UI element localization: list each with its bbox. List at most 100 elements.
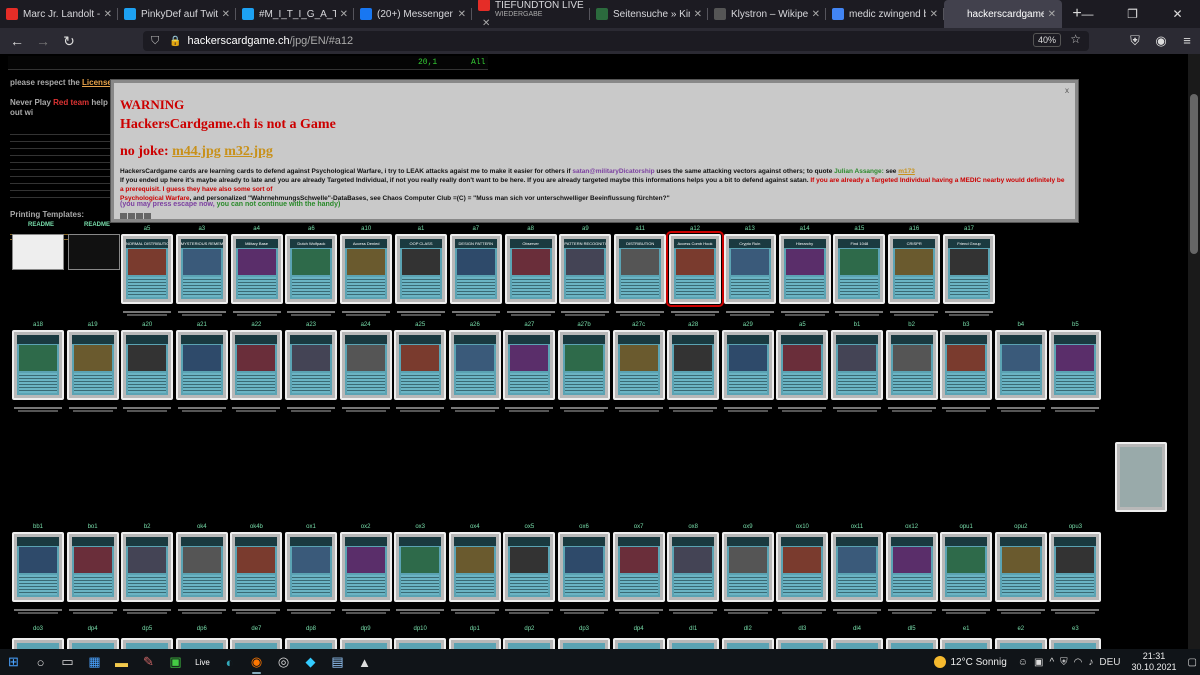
close-window-button[interactable]: ✕: [1155, 0, 1200, 28]
game-card[interactable]: [831, 532, 883, 602]
volume-icon[interactable]: ♪: [1088, 657, 1093, 668]
modal-nav-button[interactable]: [128, 213, 135, 219]
game-card[interactable]: [285, 638, 337, 649]
game-card[interactable]: [558, 638, 610, 649]
game-card[interactable]: [12, 532, 64, 602]
game-card[interactable]: [667, 638, 720, 649]
game-card[interactable]: [776, 330, 829, 400]
game-card[interactable]: Crypto Ruin: [723, 234, 776, 304]
close-tab-icon[interactable]: ✕: [694, 9, 702, 20]
modal-nav-button[interactable]: [144, 213, 151, 219]
game-card[interactable]: Access Comb Hook: [666, 231, 724, 307]
lock-icon[interactable]: 🔒: [169, 36, 181, 47]
game-card[interactable]: [721, 532, 774, 602]
search-button[interactable]: ○: [27, 649, 54, 675]
game-card[interactable]: [1049, 532, 1102, 602]
close-tab-icon[interactable]: ✕: [482, 18, 490, 28]
game-card[interactable]: [831, 638, 883, 649]
close-tab-icon[interactable]: ✕: [340, 9, 348, 20]
link-m173[interactable]: m173: [898, 168, 915, 175]
game-card[interactable]: [66, 532, 119, 602]
game-card[interactable]: [285, 532, 337, 602]
game-card[interactable]: [12, 330, 64, 400]
weather-widget[interactable]: 12°C Sonnig: [933, 656, 1007, 668]
modal-nav-button[interactable]: [136, 213, 143, 219]
zoom-level[interactable]: 40%: [1032, 33, 1061, 47]
game-card[interactable]: [121, 532, 174, 602]
game-card[interactable]: [558, 330, 610, 400]
tab-8[interactable]: hackerscardgame.ch/jpg/EN ✕: [944, 0, 1062, 28]
shield-extension-icon[interactable]: ⛨: [1122, 28, 1148, 54]
game-card[interactable]: [503, 330, 556, 400]
game-card[interactable]: [394, 330, 447, 400]
readme-thumbnail[interactable]: [12, 234, 64, 270]
link-m32[interactable]: m32.jpg: [224, 144, 273, 159]
tab-7[interactable]: medic zwingend benötig ✕: [826, 0, 944, 28]
modal-nav-button[interactable]: [120, 213, 127, 219]
url-bar[interactable]: ⛉ 🔒 hackerscardgame.ch/jpg/EN/#a12 40% ☆: [143, 31, 1089, 51]
game-card[interactable]: [940, 638, 993, 649]
explorer-icon[interactable]: ▬: [108, 649, 135, 675]
game-card[interactable]: Dutch Wolfpack: [285, 234, 338, 304]
game-card[interactable]: [448, 532, 501, 602]
tab-0[interactable]: Marc Jr. Landolt - YouTu ✕: [0, 0, 118, 28]
shield-icon[interactable]: ⛉: [151, 35, 163, 47]
game-card[interactable]: [230, 330, 283, 400]
close-tab-icon[interactable]: ✕: [1048, 9, 1056, 20]
game-card[interactable]: [394, 532, 447, 602]
shield-tray-icon[interactable]: ⛨: [1060, 657, 1068, 668]
game-card[interactable]: [394, 638, 447, 649]
game-card[interactable]: Find 1048: [833, 234, 886, 304]
obs-icon[interactable]: ◎: [270, 649, 297, 675]
scrollbar[interactable]: [1188, 54, 1200, 649]
store-icon[interactable]: ▦: [81, 649, 108, 675]
tab-6[interactable]: Klystron – Wikipedia ✕: [708, 0, 826, 28]
tab-4[interactable]: TIEFUNDTON LIVE@100WIEDERGABE ✕: [472, 0, 590, 28]
tab-3[interactable]: (20+) Messenger | Faceb ✕: [354, 0, 472, 28]
link-m44[interactable]: m44.jpg: [172, 144, 221, 159]
game-card[interactable]: [612, 638, 665, 649]
close-tab-icon[interactable]: ✕: [458, 9, 466, 20]
game-card[interactable]: [503, 638, 556, 649]
game-card[interactable]: [776, 638, 829, 649]
taskview-icon[interactable]: ▭: [54, 649, 81, 675]
reload-button[interactable]: ↻: [56, 33, 82, 50]
game-card[interactable]: [994, 638, 1047, 649]
scrollbar-thumb[interactable]: [1190, 94, 1198, 254]
game-card[interactable]: [885, 330, 938, 400]
maximize-button[interactable]: ❐: [1110, 0, 1155, 28]
game-card[interactable]: [885, 532, 938, 602]
game-card[interactable]: Observer: [504, 234, 557, 304]
game-card[interactable]: [339, 638, 392, 649]
close-tab-icon[interactable]: ✕: [812, 9, 820, 20]
tab-2[interactable]: #M_I_T_I_G_A_T_I_O_N - ✕: [236, 0, 354, 28]
people-icon[interactable]: ☺: [1018, 657, 1028, 668]
tab-5[interactable]: Seitensuche » KinoX.TO ✕: [590, 0, 708, 28]
game-card[interactable]: [175, 330, 228, 400]
game-card[interactable]: [667, 532, 720, 602]
start-button[interactable]: ⊞: [0, 649, 27, 675]
game-card[interactable]: Friend Group: [943, 234, 995, 304]
edge-icon[interactable]: ◐: [216, 649, 243, 675]
game-card[interactable]: [940, 532, 993, 602]
game-card[interactable]: [612, 330, 665, 400]
live-app-icon[interactable]: Live: [189, 649, 216, 675]
game-card-extra[interactable]: [1115, 442, 1167, 512]
language-indicator[interactable]: DEU: [1099, 657, 1120, 668]
minimize-button[interactable]: —: [1065, 0, 1110, 28]
game-card[interactable]: [612, 532, 665, 602]
game-card[interactable]: MYSTERIOUS REMEMBER: [175, 234, 228, 304]
modal-close-icon[interactable]: x: [1065, 86, 1069, 95]
game-card[interactable]: [121, 330, 174, 400]
close-tab-icon[interactable]: ✕: [222, 9, 230, 20]
game-card[interactable]: [558, 532, 610, 602]
game-card[interactable]: [66, 330, 119, 400]
game-card[interactable]: NORMAL DISTRIBUTION: [121, 234, 173, 304]
game-card[interactable]: [175, 638, 228, 649]
game-card[interactable]: [448, 638, 501, 649]
game-card[interactable]: [448, 330, 501, 400]
game-card[interactable]: DISTRIBUTION: [614, 234, 667, 304]
game-card[interactable]: [1049, 330, 1102, 400]
game-card[interactable]: [66, 638, 119, 649]
game-card[interactable]: [776, 532, 829, 602]
